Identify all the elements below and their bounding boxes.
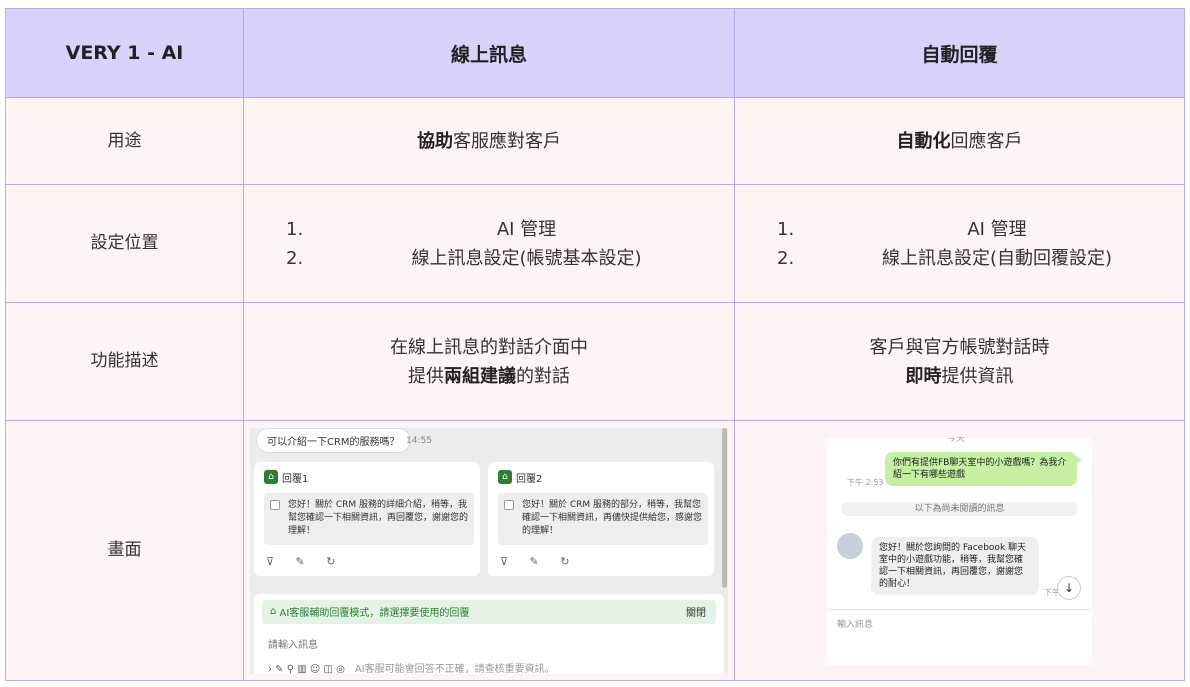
reply-text: 您好！關於 CRM 服務的詳細介紹，稍等，我幫您確認一下相關資訊，再回覆您，謝謝…	[288, 499, 469, 536]
row-screen: 畫面 可以介紹一下CRM的服務嗎？ 14:55 ⌂ 回覆1 您好！關於 CRM 服…	[5, 420, 1185, 681]
row-label-text: 用途	[107, 130, 142, 151]
header-row: VERY 1 - AI 線上訊息 自動回覆	[5, 8, 1185, 98]
text-line: 在線上訊息的對話介面中	[390, 336, 588, 358]
card-action-icons[interactable]: ⊽ ✎ ↻	[266, 555, 344, 568]
text-part: 提供	[408, 365, 444, 387]
row-label-text: 畫面	[107, 540, 142, 560]
date-label: 今天	[947, 436, 966, 444]
cell-list: 1. AI 管理 2. 線上訊息設定(自動回覆設定)	[734, 184, 1185, 303]
text-line: 即時提供資訊	[735, 362, 1184, 391]
cell-text-rest: 回應客戶	[950, 130, 1023, 152]
emphasis-text: 協助	[417, 130, 453, 152]
text-part: 提供資訊	[941, 365, 1014, 387]
list-text: 線上訊息設定(帳號基本設定)	[411, 247, 642, 269]
message-input[interactable]: 請輸入訊息	[268, 636, 318, 651]
reply-card-header: ⌂ 回覆2	[498, 470, 542, 485]
row-label-text: 功能描述	[90, 351, 159, 371]
reply-card-header: ⌂ 回覆1	[264, 470, 308, 485]
disclaimer-text: AI客服可能會回答不正確，請查核重要資訊。	[354, 663, 555, 674]
message-composer: ⌂ AI客服輔助回覆模式，請選擇要使用的回覆 關閉 請輸入訊息 › ✎ ⚲ ▥ ☺…	[254, 593, 724, 674]
reply-body: 您好！關於 CRM 服務的部分，稍等，我幫您確認一下相關資訊，再儘快提供給您，感…	[498, 492, 708, 545]
ai-mode-text: AI客服輔助回覆模式，請選擇要使用的回覆	[279, 608, 470, 619]
robot-icon: ⌂	[270, 606, 280, 617]
incoming-message-bubble: 您好！關於您詢問的 Facebook 聊天室中的小遊戲功能，稍等，我幫您確認一下…	[871, 536, 1039, 595]
reply-card-2[interactable]: ⌂ 回覆2 您好！關於 CRM 服務的部分，稍等，我幫您確認一下相關資訊，再儘快提…	[488, 461, 714, 576]
composer-toolbar[interactable]: › ✎ ⚲ ▥ ☺ ◫ ◎ AI客服可能會回答不正確，請查核重要資訊。	[268, 660, 555, 674]
cell-screenshot: 今天 你們有提供FB聊天室中的小遊戲嗎？為我介紹一下有哪些遊戲 下午 2:53 …	[734, 420, 1185, 681]
row-location: 設定位置 1. AI 管理 2. 線上訊息設定(帳號基本設定) 1. AI 管理 2.…	[5, 184, 1185, 303]
cell-list: 1. AI 管理 2. 線上訊息設定(帳號基本設定)	[243, 184, 735, 303]
row-description: 功能描述 在線上訊息的對話介面中 提供兩組建議的對話 客戶與官方帳號對話時 即時…	[5, 302, 1185, 421]
row-label: 畫面	[5, 420, 244, 681]
header-label: 自動回覆	[921, 43, 998, 66]
list-number: 2.	[777, 247, 795, 269]
comparison-table: VERY 1 - AI 線上訊息 自動回覆 用途 協助客服應對客戶 自動化回應客…	[5, 8, 1185, 681]
row-label: 功能描述	[5, 302, 244, 421]
robot-icon: ⌂	[264, 470, 278, 484]
close-button[interactable]: 關閉	[686, 604, 706, 619]
header-cell-product: VERY 1 - AI	[5, 8, 244, 98]
ordered-list: 1. AI 管理 2. 線上訊息設定(自動回覆設定)	[735, 215, 1184, 273]
list-number: 2.	[286, 247, 304, 269]
list-text: 線上訊息設定(自動回覆設定)	[881, 247, 1113, 269]
row-purpose: 用途 協助客服應對客戶 自動化回應客戶	[5, 97, 1185, 185]
outgoing-message-bubble: 你們有提供FB聊天室中的小遊戲嗎？為我介紹一下有哪些遊戲	[885, 451, 1082, 486]
emphasis-text: 即時	[905, 365, 942, 387]
message-time: 下午 2:53	[847, 477, 884, 487]
reply-checkbox[interactable]	[270, 499, 280, 510]
cell-text: 自動化回應客戶	[734, 97, 1185, 185]
auto-reply-screenshot: 今天 你們有提供FB聊天室中的小遊戲嗎？為我介紹一下有哪些遊戲 下午 2:53 …	[827, 436, 1092, 665]
cell-screenshot: 可以介紹一下CRM的服務嗎？ 14:55 ⌂ 回覆1 您好！關於 CRM 服務的詳…	[243, 420, 735, 681]
list-item: 2. 線上訊息設定(帳號基本設定)	[244, 244, 734, 273]
text-line: 提供兩組建議的對話	[244, 362, 734, 391]
text-part: 的對話	[516, 365, 570, 387]
reply-title: 回覆1	[282, 473, 309, 485]
list-number: 1.	[286, 218, 304, 240]
cell-text-rest: 客服應對客戶	[453, 130, 561, 152]
text-line: 客戶與官方帳號對話時	[869, 336, 1050, 358]
header-cell-online-message: 線上訊息	[243, 8, 735, 98]
list-item: 2. 線上訊息設定(自動回覆設定)	[735, 244, 1184, 273]
list-item: 1. AI 管理	[244, 215, 734, 244]
avatar	[837, 532, 863, 559]
row-label: 設定位置	[5, 184, 244, 303]
unread-divider: 以下為尚未閱讀的訊息	[841, 501, 1078, 516]
reply-checkbox[interactable]	[504, 499, 514, 510]
ordered-list: 1. AI 管理 2. 線上訊息設定(帳號基本設定)	[244, 215, 734, 273]
row-label-text: 設定位置	[90, 233, 159, 253]
reply-body: 您好！關於 CRM 服務的詳細介紹，稍等，我幫您確認一下相關資訊，再回覆您，謝謝…	[264, 492, 474, 545]
robot-icon: ⌂	[498, 470, 512, 484]
header-label: 線上訊息	[450, 43, 527, 66]
reply-text: 您好！關於 CRM 服務的部分，稍等，我幫您確認一下相關資訊，再儘快提供給您，感…	[522, 499, 703, 536]
cell-text: 在線上訊息的對話介面中 提供兩組建議的對話	[243, 302, 735, 421]
emphasis-text: 自動化	[896, 130, 951, 152]
cell-text: 客戶與官方帳號對話時 即時提供資訊	[734, 302, 1185, 421]
header-cell-auto-reply: 自動回覆	[734, 8, 1185, 98]
scroll-down-icon[interactable]: ↓	[1057, 575, 1081, 600]
ai-mode-banner: ⌂ AI客服輔助回覆模式，請選擇要使用的回覆 關閉	[262, 599, 716, 624]
list-text: AI 管理	[496, 218, 557, 240]
list-text: AI 管理	[967, 218, 1027, 240]
list-number: 1.	[777, 218, 795, 240]
divider-line	[827, 608, 1092, 610]
reply-card-1[interactable]: ⌂ 回覆1 您好！關於 CRM 服務的詳細介紹，稍等，我幫您確認一下相關資訊，再回…	[254, 461, 480, 576]
scrollbar[interactable]	[722, 427, 727, 588]
toolbar-icons[interactable]: › ✎ ⚲ ▥ ☺ ◫ ◎	[268, 664, 345, 674]
message-time: 14:55	[406, 435, 432, 446]
online-message-screenshot: 可以介紹一下CRM的服務嗎？ 14:55 ⌂ 回覆1 您好！關於 CRM 服務的詳…	[250, 427, 728, 674]
list-item: 1. AI 管理	[735, 215, 1184, 244]
user-message-bubble: 可以介紹一下CRM的服務嗎？	[256, 427, 411, 453]
cell-text: 協助客服應對客戶	[243, 97, 735, 185]
card-action-icons[interactable]: ⊽ ✎ ↻	[500, 555, 578, 568]
reply-title: 回覆2	[516, 473, 543, 485]
message-input[interactable]: 輸入訊息	[837, 617, 873, 630]
emphasis-text: 兩組建議	[444, 365, 516, 387]
header-label: VERY 1 - AI	[65, 42, 184, 64]
row-label: 用途	[5, 97, 244, 185]
